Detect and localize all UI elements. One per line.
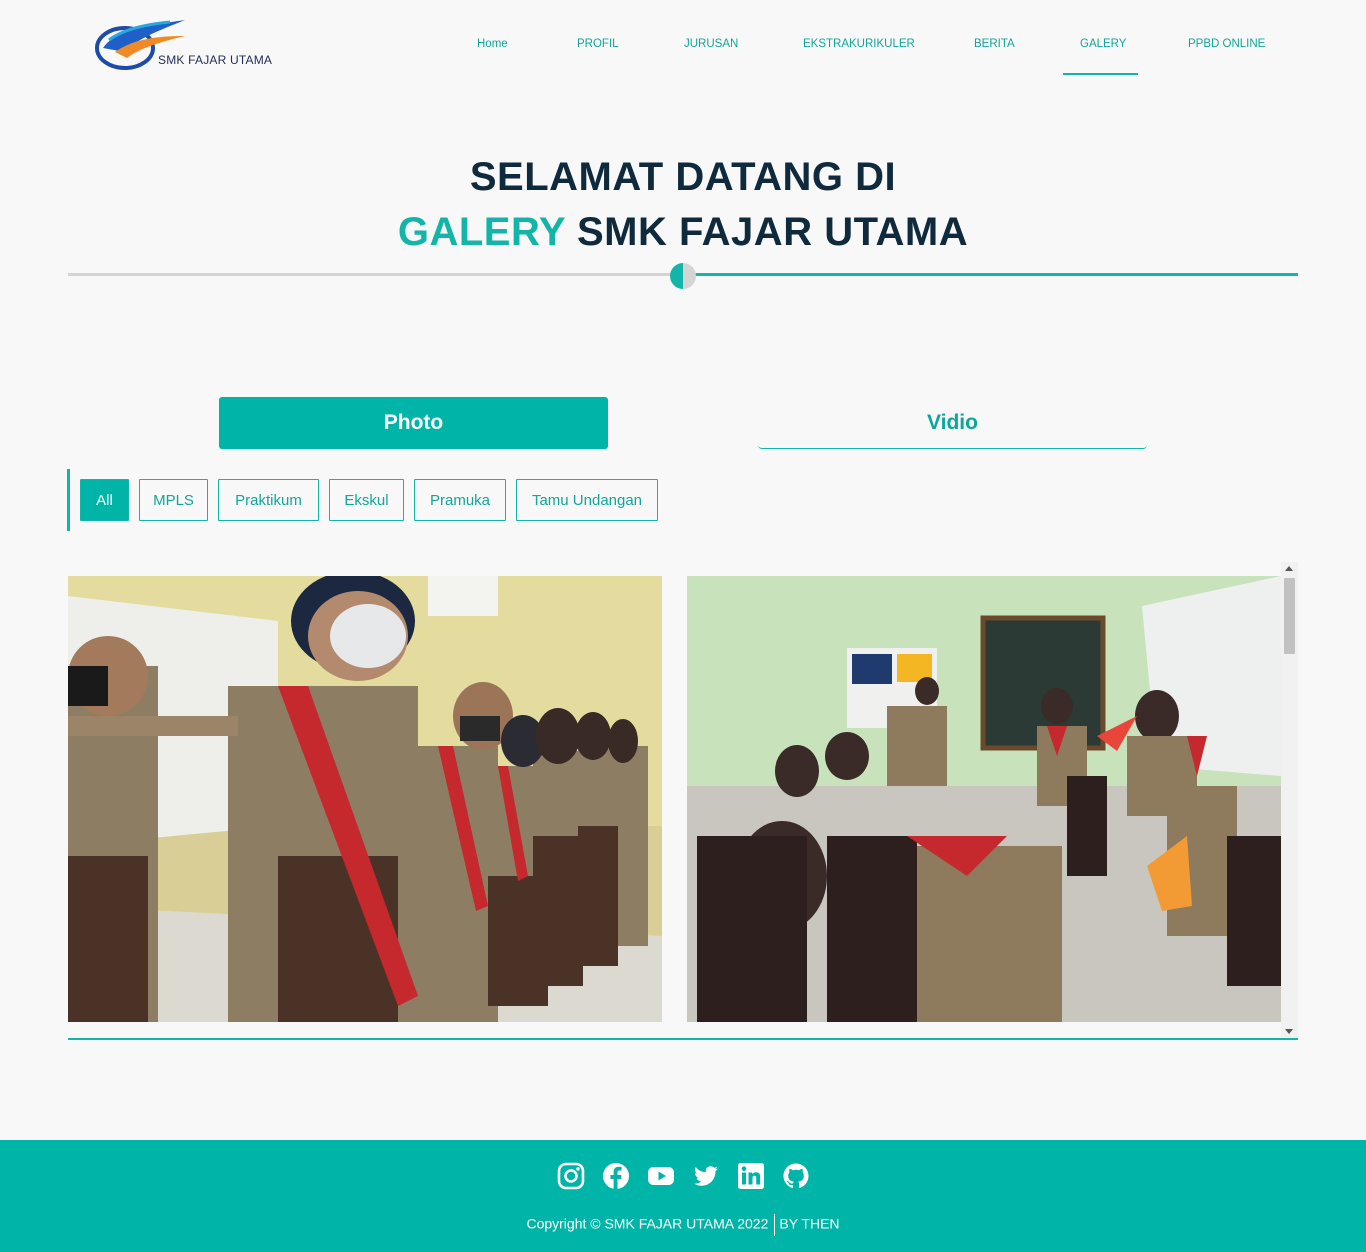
- tab-video[interactable]: Vidio: [758, 397, 1147, 449]
- filter-all[interactable]: All: [80, 479, 129, 521]
- gallery-photo[interactable]: [687, 576, 1281, 1022]
- scroll-thumb[interactable]: [1284, 578, 1295, 654]
- hero-divider-knob: [670, 263, 696, 289]
- instagram-icon[interactable]: [557, 1162, 585, 1190]
- gallery-photo[interactable]: [68, 576, 662, 1022]
- hero-divider-left: [68, 273, 683, 276]
- footer-separator: [774, 1214, 776, 1236]
- nav-item-home[interactable]: Home: [477, 38, 508, 50]
- hero-title-line2: GALERY SMK FAJAR UTAMA: [0, 210, 1366, 255]
- filter-mpls[interactable]: MPLS: [139, 479, 208, 521]
- nav-item-ppbd-online[interactable]: PPBD ONLINE: [1188, 38, 1265, 50]
- site-header: SMK FAJAR UTAMA Home PROFIL JURUSAN EKST…: [0, 0, 1366, 90]
- github-icon[interactable]: [782, 1162, 810, 1190]
- gallery-scrollbar[interactable]: [1281, 562, 1298, 1038]
- site-footer: Copyright © SMK FAJAR UTAMA 2022 BY THEN: [0, 1140, 1366, 1252]
- nav-active-indicator: [1063, 73, 1138, 75]
- filter-bar-accent: [67, 469, 70, 531]
- main-nav: Home PROFIL JURUSAN EKSTRAKURIKULER BERI…: [0, 0, 1366, 90]
- copyright-text: Copyright © SMK FAJAR UTAMA 2022: [526, 1215, 769, 1232]
- gallery-grid: [68, 562, 1298, 1040]
- author-credit: BY THEN: [779, 1215, 840, 1232]
- filter-ekskul[interactable]: Ekskul: [329, 479, 404, 521]
- hero-title-rest: SMK FAJAR UTAMA: [565, 210, 969, 254]
- footer-copyright: Copyright © SMK FAJAR UTAMA 2022 BY THEN: [0, 1214, 1366, 1236]
- nav-item-galery[interactable]: GALERY: [1080, 38, 1126, 50]
- filter-tamu-undangan[interactable]: Tamu Undangan: [516, 479, 658, 521]
- hero-title-accent: GALERY: [397, 210, 566, 254]
- scout-line-photo-icon: [68, 576, 662, 1022]
- gallery-bottom-line: [68, 1038, 1298, 1040]
- scroll-up-arrow-icon[interactable]: [1285, 566, 1293, 571]
- filter-praktikum[interactable]: Praktikum: [218, 479, 319, 521]
- youtube-icon[interactable]: [647, 1162, 675, 1190]
- filter-pramuka[interactable]: Pramuka: [414, 479, 506, 521]
- tab-photo[interactable]: Photo: [219, 397, 608, 449]
- facebook-icon[interactable]: [602, 1162, 630, 1190]
- scroll-down-arrow-icon[interactable]: [1285, 1029, 1293, 1034]
- classroom-activity-photo-icon: [687, 576, 1281, 1022]
- nav-item-ekstrakurikuler[interactable]: EKSTRAKURIKULER: [803, 38, 915, 50]
- hero-title-line1: SELAMAT DATANG DI: [469, 155, 897, 199]
- nav-item-profil[interactable]: PROFIL: [577, 38, 619, 50]
- nav-item-jurusan[interactable]: JURUSAN: [684, 38, 738, 50]
- linkedin-icon[interactable]: [737, 1162, 765, 1190]
- nav-item-berita[interactable]: BERITA: [974, 38, 1015, 50]
- hero-divider-right: [683, 273, 1298, 276]
- twitter-icon[interactable]: [692, 1162, 720, 1190]
